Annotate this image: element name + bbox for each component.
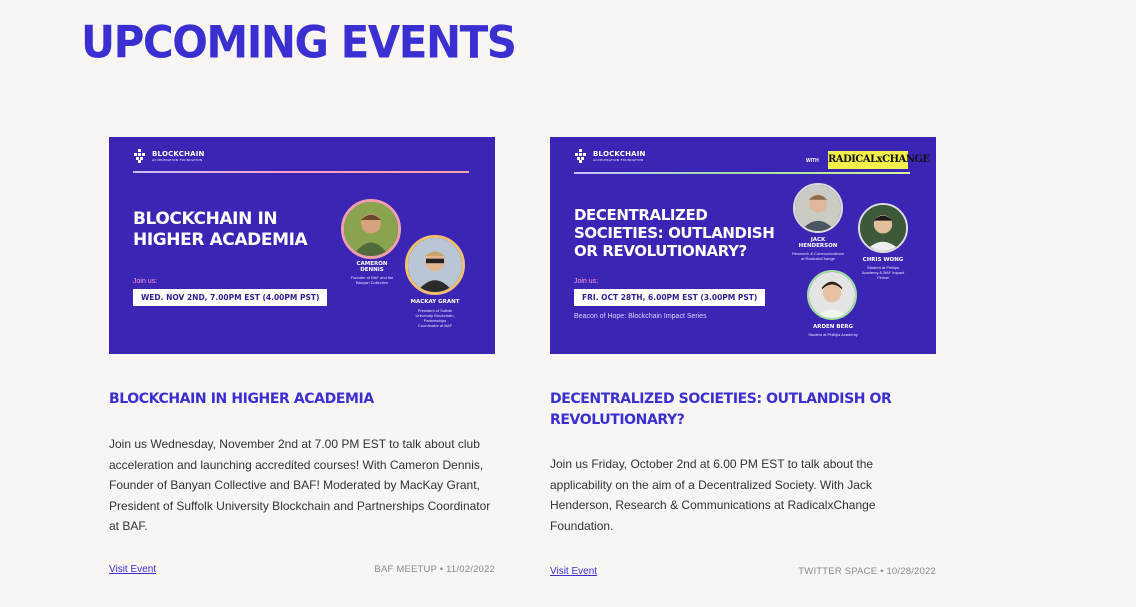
event-meta: TWITTER SPACE • 10/28/2022 bbox=[798, 566, 936, 577]
event-card-blockchain-higher-academia: BLOCKCHAIN ACCELERATION FOUNDATION BLOCK… bbox=[109, 137, 495, 575]
visit-event-link[interactable]: Visit Event bbox=[109, 564, 156, 575]
logo-title: BLOCKCHAIN bbox=[593, 149, 646, 158]
visit-event-link[interactable]: Visit Event bbox=[550, 566, 597, 577]
baf-logo: BLOCKCHAIN ACCELERATION FOUNDATION bbox=[574, 149, 646, 163]
speaker-role: Founder of BAF and the Banyan Collective bbox=[334, 275, 410, 285]
speaker-name: CHRIS WONG bbox=[862, 257, 904, 263]
event-footer: Visit Event TWITTER SPACE • 10/28/2022 bbox=[550, 566, 936, 577]
speaker-photo-jack bbox=[793, 183, 843, 233]
baf-logo-icon bbox=[133, 149, 147, 163]
banner-title-line: DECENTRALIZED bbox=[574, 206, 708, 224]
speaker-role: President of Suffolk University Blockcha… bbox=[397, 308, 473, 328]
event-description: Join us Wednesday, November 2nd at 7.00 … bbox=[109, 437, 491, 533]
banner-title-line: BLOCKCHAIN IN bbox=[133, 209, 278, 229]
banner-title-line: HIGHER ACADEMIA bbox=[133, 230, 308, 250]
event-date-box: WED. NOV 2ND, 7.00PM EST (4.00PM PST) bbox=[133, 289, 328, 306]
speaker-name: JACK HENDERSON bbox=[786, 237, 850, 249]
banner-divider bbox=[574, 172, 910, 174]
banner-title-line: OR REVOLUTIONARY? bbox=[574, 242, 747, 260]
event-card-decentralized-societies: BLOCKCHAIN ACCELERATION FOUNDATION WITH … bbox=[550, 137, 936, 577]
with-label: WITH bbox=[806, 158, 819, 164]
speaker-photo-arden bbox=[807, 270, 857, 320]
page-title: UPCOMING EVENTS bbox=[81, 16, 517, 69]
speaker-photo-chris bbox=[858, 203, 908, 253]
event-footer: Visit Event BAF MEETUP • 11/02/2022 bbox=[109, 564, 495, 575]
speaker-name-line: HENDERSON bbox=[798, 243, 838, 249]
speaker-role: Student at Phillips Academy bbox=[808, 332, 858, 337]
logo-title: BLOCKCHAIN bbox=[152, 149, 205, 158]
baf-logo-icon bbox=[574, 149, 588, 163]
logo-subtitle: ACCELERATION FOUNDATION bbox=[152, 157, 203, 162]
event-title: DECENTRALIZED SOCIETIES: OUTLANDISH OR R… bbox=[550, 391, 892, 428]
event-title: BLOCKCHAIN IN HIGHER ACADEMIA bbox=[109, 391, 374, 407]
speaker-role-line: Fellow bbox=[877, 275, 889, 280]
event-date-box: FRI. OCT 28TH, 6.00PM EST (3.00PM PST) bbox=[574, 289, 766, 306]
speaker-name: CAMERON DENNIS bbox=[344, 261, 400, 273]
radicalxchange-logo: RADICALxCHANGE bbox=[828, 151, 930, 169]
baf-logo: BLOCKCHAIN ACCELERATION FOUNDATION bbox=[133, 149, 205, 163]
logo-subtitle: ACCELERATION FOUNDATION bbox=[593, 157, 644, 162]
speaker-name: MACKAY GRANT bbox=[410, 299, 460, 305]
speaker-role: Research & Communications at RadicalxCha… bbox=[778, 251, 858, 261]
speaker-photo-cameron bbox=[341, 199, 401, 259]
speaker-role-line: at RadicalxChange bbox=[801, 256, 835, 261]
join-label: Join us: bbox=[574, 278, 599, 285]
banner-title: DECENTRALIZED SOCIETIES: OUTLANDISH OR R… bbox=[574, 206, 775, 260]
event-banner[interactable]: BLOCKCHAIN ACCELERATION FOUNDATION BLOCK… bbox=[109, 137, 495, 354]
event-banner[interactable]: BLOCKCHAIN ACCELERATION FOUNDATION WITH … bbox=[550, 137, 936, 354]
banner-title: BLOCKCHAIN IN HIGHER ACADEMIA bbox=[133, 209, 308, 251]
banner-title-line: SOCIETIES: OUTLANDISH bbox=[574, 224, 775, 242]
speaker-role-line: Coordinator at BAF bbox=[417, 323, 453, 328]
event-description: Join us Friday, October 2nd at 6.00 PM E… bbox=[550, 457, 876, 533]
speaker-name-line: DENNIS bbox=[360, 267, 384, 273]
banner-divider bbox=[133, 171, 469, 173]
join-label: Join us: bbox=[133, 278, 158, 285]
speaker-role-line: Banyan Collective bbox=[355, 280, 389, 285]
speaker-name: ARDEN BERG bbox=[812, 324, 854, 330]
speaker-role: Student at Phillips Academy & BAF Impact… bbox=[848, 265, 918, 280]
speaker-photo-mackay bbox=[405, 235, 465, 295]
event-series: Beacon of Hope: Blockchain Impact Series bbox=[574, 313, 707, 320]
event-meta: BAF MEETUP • 11/02/2022 bbox=[374, 564, 495, 575]
